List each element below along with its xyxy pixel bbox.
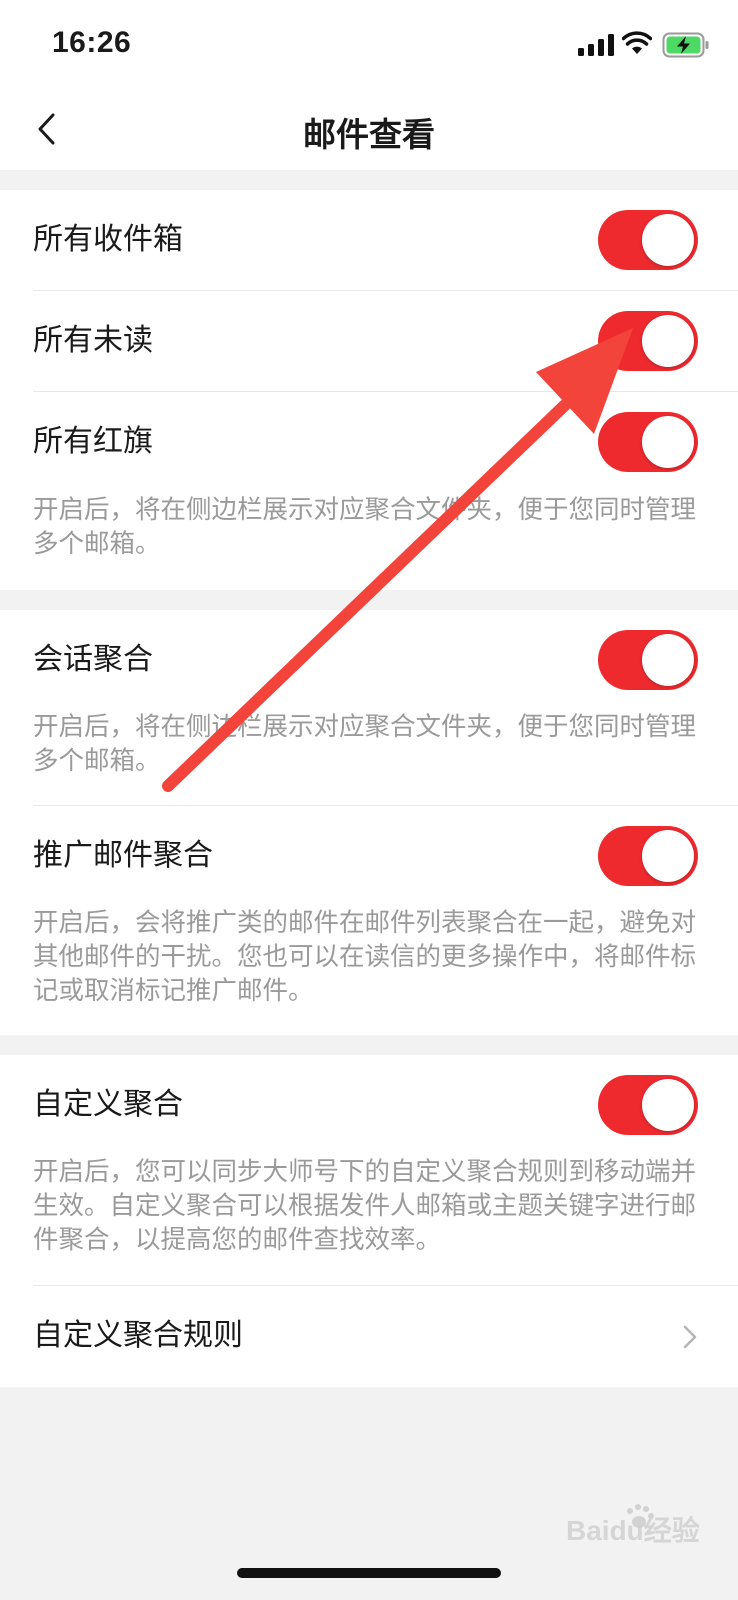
- promotion-aggregation-label: 推广邮件聚合: [33, 838, 213, 873]
- all-unread-switch[interactable]: [598, 311, 698, 371]
- all-flagged-label: 所有红旗: [33, 424, 153, 459]
- all-flagged-row: 所有红旗: [0, 392, 738, 492]
- all-inboxes-switch[interactable]: [598, 210, 698, 270]
- switch-knob: [642, 1079, 694, 1131]
- all-unread-label: 所有未读: [33, 323, 153, 358]
- conversation-aggregation-group: 会话聚合 开启后，将在侧边栏展示对应聚合文件夹，便于您同时管理多个邮箱。 推广邮…: [0, 610, 738, 1035]
- custom-aggregation-group: 自定义聚合 开启后，您可以同步大师号下的自定义聚合规则到移动端并生效。自定义聚合…: [0, 1055, 738, 1387]
- conversation-aggregation-switch[interactable]: [598, 630, 698, 690]
- chevron-right-icon: [683, 1325, 697, 1349]
- conversation-aggregation-description: 开启后，将在侧边栏展示对应聚合文件夹，便于您同时管理多个邮箱。: [33, 712, 697, 776]
- custom-aggregation-rules-row[interactable]: 自定义聚合规则: [0, 1286, 738, 1386]
- custom-aggregation-description: 开启后，您可以同步大师号下的自定义聚合规则到移动端并生效。自定义聚合可以根据发件…: [33, 1157, 697, 1255]
- switch-knob: [642, 315, 694, 367]
- wifi-icon: [622, 31, 652, 54]
- home-indicator: [237, 1568, 501, 1578]
- status-time: 16:26: [52, 26, 132, 59]
- switch-knob: [642, 830, 694, 882]
- watermark-text: Baidu经验: [566, 1514, 700, 1546]
- conversation-aggregation-label: 会话聚合: [33, 642, 153, 677]
- switch-knob: [642, 416, 694, 468]
- aggregate-folders-group: 所有收件箱 所有未读 所有红旗 开启后，将在侧边栏展示对应聚合文件夹，便于您同时…: [0, 190, 738, 590]
- mail-view-settings-screen: 16:26 邮件查看 所有收件箱 所有未读 所有红旗 开启后，将在侧边栏展示对应…: [0, 0, 738, 1600]
- custom-aggregation-label: 自定义聚合: [33, 1087, 183, 1122]
- promotion-aggregation-description: 开启后，会将推广类的邮件在邮件列表聚合在一起，避免对其他邮件的干扰。您也可以在读…: [33, 908, 697, 1006]
- all-inboxes-label: 所有收件箱: [33, 222, 183, 257]
- conversation-aggregation-row: 会话聚合: [0, 610, 738, 710]
- status-bar: 16:26: [0, 0, 738, 88]
- custom-aggregation-switch[interactable]: [598, 1075, 698, 1135]
- navigation-bar: 邮件查看: [0, 88, 738, 170]
- custom-aggregation-row: 自定义聚合: [0, 1055, 738, 1155]
- promotion-aggregation-row: 推广邮件聚合: [0, 806, 738, 906]
- all-unread-row: 所有未读: [0, 291, 738, 391]
- signal-icon: [578, 34, 614, 56]
- page-title: 邮件查看: [303, 115, 435, 154]
- custom-aggregation-rules-label: 自定义聚合规则: [33, 1318, 243, 1353]
- aggregate-folders-description: 开启后，将在侧边栏展示对应聚合文件夹，便于您同时管理多个邮箱。: [33, 495, 697, 559]
- all-inboxes-row: 所有收件箱: [0, 190, 738, 290]
- switch-knob: [642, 634, 694, 686]
- promotion-aggregation-switch[interactable]: [598, 826, 698, 886]
- all-flagged-switch[interactable]: [598, 412, 698, 472]
- baidu-watermark: Baidu经验: [566, 1504, 700, 1546]
- switch-knob: [642, 214, 694, 266]
- battery-charging-icon: [662, 32, 709, 58]
